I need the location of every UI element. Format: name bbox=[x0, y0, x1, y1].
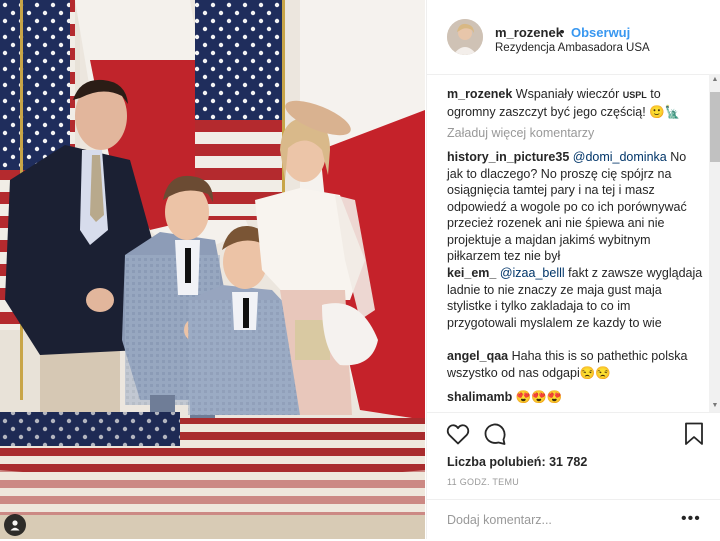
add-comment-input[interactable]: Dodaj komentarz... bbox=[447, 513, 552, 527]
comments-scrollbar[interactable]: ▲ ▼ bbox=[709, 74, 720, 412]
comment-username[interactable]: angel_qaa bbox=[447, 349, 508, 363]
likes-count[interactable]: Liczba polubień: 31 782 bbox=[447, 455, 587, 469]
separator-dot: • bbox=[560, 24, 565, 39]
post-username[interactable]: m_rozenek bbox=[495, 25, 563, 40]
more-options-icon[interactable]: ••• bbox=[681, 510, 701, 528]
post-photo[interactable] bbox=[0, 0, 425, 539]
post-location[interactable]: Rezydencja Ambasadora USA bbox=[495, 42, 650, 54]
comment-item: angel_qaa Haha this is so pathethic pols… bbox=[447, 348, 703, 381]
post-actions: Liczba polubień: 31 782 11 GODZ. TEMU Do… bbox=[427, 412, 720, 540]
post-header: m_rozenek • Obserwuj Rezydencja Ambasado… bbox=[427, 0, 720, 75]
comments-list: m_rozenek Wspaniały wieczór USPL to ogro… bbox=[427, 74, 707, 412]
comment-username[interactable]: history_in_picture35 bbox=[447, 150, 569, 164]
scroll-up-arrow-icon[interactable]: ▲ bbox=[709, 74, 720, 86]
comment-item: history_in_picture35 @domi_dominka No ja… bbox=[447, 149, 703, 265]
user-tag-icon[interactable] bbox=[4, 514, 26, 536]
load-more-comments[interactable]: Załaduj więcej komentarzy bbox=[447, 126, 594, 140]
add-comment-bar: Dodaj komentarz... ••• bbox=[427, 499, 720, 541]
scroll-down-arrow-icon[interactable]: ▼ bbox=[709, 400, 720, 412]
photo-illustration bbox=[0, 0, 425, 539]
post-timestamp[interactable]: 11 GODZ. TEMU bbox=[447, 477, 519, 487]
bookmark-icon[interactable] bbox=[684, 422, 704, 446]
caption-flag-emoji: USPL bbox=[622, 90, 647, 100]
caption: m_rozenek Wspaniały wieczór USPL to ogro… bbox=[447, 86, 703, 120]
post-side-panel: m_rozenek • Obserwuj Rezydencja Ambasado… bbox=[426, 0, 720, 539]
comment-text: 😍😍😍 bbox=[515, 390, 563, 404]
comment-username[interactable]: kei_em_ bbox=[447, 266, 496, 280]
comment-item: kei_em_ @izaa_belll fakt z zawsze wygląd… bbox=[447, 265, 703, 331]
comment-text: No jak to dlaczego? No proszę cię spójrz… bbox=[447, 150, 687, 263]
comment-mention[interactable]: @domi_dominka bbox=[573, 150, 667, 164]
caption-text: Wspaniały wieczór bbox=[515, 87, 620, 101]
avatar[interactable] bbox=[447, 19, 483, 55]
comment-item: shalimamb 😍😍😍 bbox=[447, 389, 703, 406]
comment-username[interactable]: shalimamb bbox=[447, 390, 512, 404]
comment-mention[interactable]: @izaa_belll bbox=[500, 266, 565, 280]
comment-icon[interactable] bbox=[483, 422, 507, 446]
heart-icon[interactable] bbox=[446, 423, 470, 445]
follow-button[interactable]: Obserwuj bbox=[571, 25, 630, 40]
scrollbar-thumb[interactable] bbox=[710, 92, 720, 162]
caption-username[interactable]: m_rozenek bbox=[447, 87, 512, 101]
